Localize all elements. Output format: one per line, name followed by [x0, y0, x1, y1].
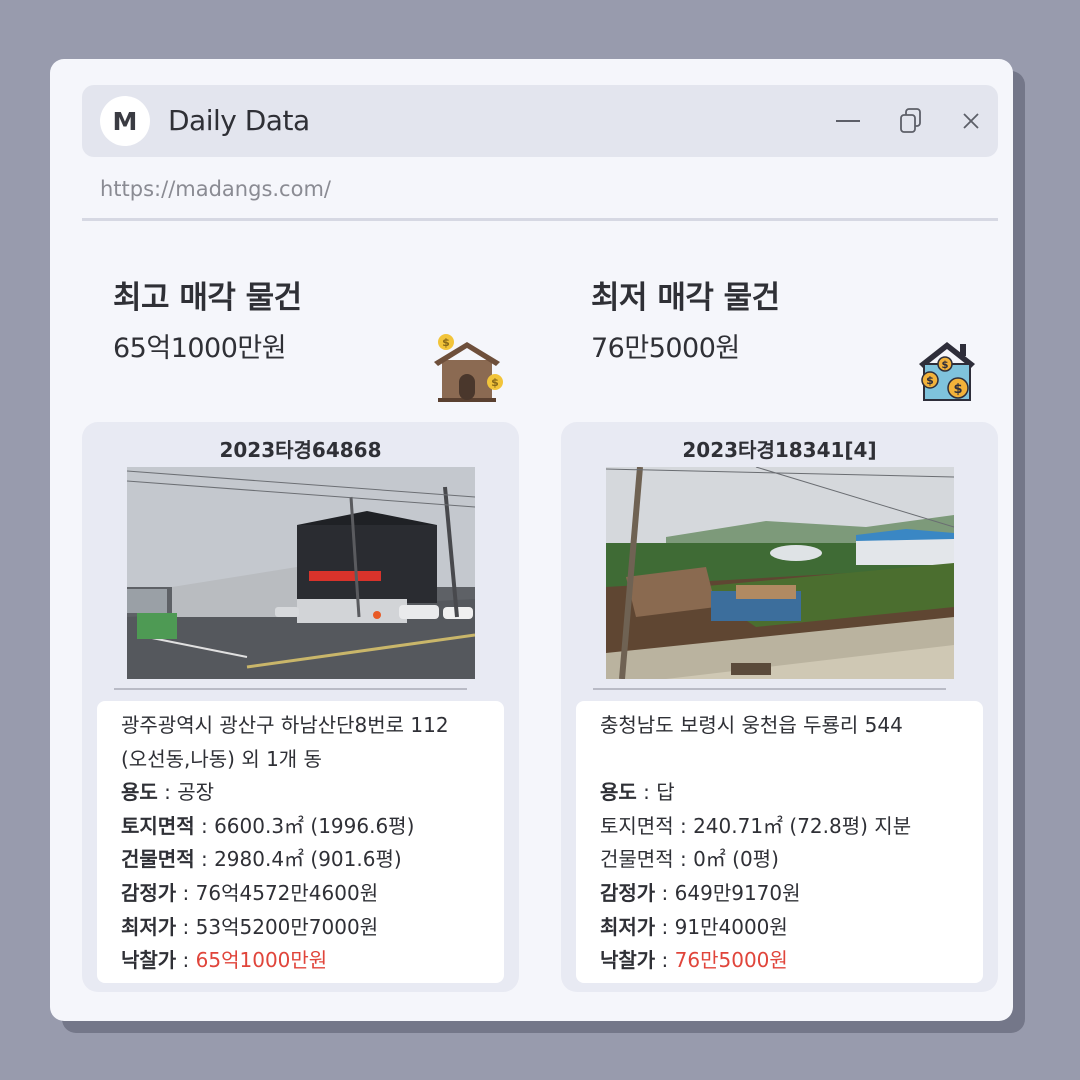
minimum-price-row: 최저가 : 53억5200만7000원	[121, 911, 480, 945]
house-coins-icon: $ $ $	[919, 342, 975, 401]
address-line-2: (오선동,나동) 외 1개 동	[121, 746, 322, 771]
highest-price: 65억1000만원	[113, 333, 287, 364]
address-line-2	[600, 743, 959, 777]
minimum-price-value: : 53억5200만7000원	[176, 914, 379, 939]
winning-bid-value: 65억1000만원	[195, 948, 328, 973]
land-area-label: 토지면적	[121, 813, 195, 838]
minimum-price-row: 최저가 : 91만4000원	[600, 911, 959, 945]
winning-bid-separator: :	[176, 948, 196, 973]
address-line-1: 충청남도 보령시 웅천읍 두룡리 544	[600, 713, 903, 737]
highest-card[interactable]: 2023타경64868 광주광역시 광산구 하남산단8번로 112 (오선동,나…	[82, 422, 519, 992]
appraisal-value: : 649만9170원	[655, 880, 801, 905]
winning-bid-row: 낙찰가 : 76만5000원	[600, 944, 959, 978]
appraisal-label: 감정가	[600, 880, 656, 905]
usage-label: 용도	[121, 780, 158, 805]
usage-label: 용도	[600, 780, 637, 805]
address-line-1: 광주광역시 광산구 하남산단8번로 112	[121, 713, 449, 737]
copy-icon	[900, 108, 921, 133]
building-area-value: : 2980.4㎡ (901.6평)	[194, 847, 402, 872]
svg-text:$: $	[953, 382, 962, 397]
minimize-icon	[836, 120, 860, 122]
building-area-label: 건물면적	[600, 847, 674, 872]
app-title: Daily Data	[168, 104, 310, 137]
building-area-value: : 0㎡ (0평)	[673, 847, 779, 872]
usage-value: : 답	[636, 780, 675, 805]
property-info: 충청남도 보령시 웅천읍 두룡리 544 용도 : 답 토지면적 : 240.7…	[576, 701, 983, 983]
title-bar: M Daily Data	[82, 85, 998, 157]
appraisal-row: 감정가 : 76억4572만4600원	[121, 877, 480, 911]
app-window: M Daily Data https://madangs.com/ 최고 매각 …	[50, 59, 1013, 1021]
svg-text:$: $	[442, 336, 450, 349]
lowest-price: 76만5000원	[591, 333, 740, 364]
url-text[interactable]: https://madangs.com/	[100, 177, 331, 201]
winning-bid-separator: :	[655, 948, 675, 973]
building-area-row: 건물면적 : 0㎡ (0평)	[600, 843, 959, 877]
case-number: 2023타경64868	[219, 438, 382, 462]
card-divider	[593, 688, 946, 690]
winning-bid-row: 낙찰가 : 65억1000만원	[121, 944, 480, 978]
usage-row: 용도 : 답	[600, 776, 959, 810]
highest-heading: 최고 매각 물건	[113, 280, 302, 316]
close-button[interactable]	[955, 105, 987, 137]
land-area-value: : 6600.3㎡ (1996.6평)	[194, 813, 415, 838]
winning-bid-label: 낙찰가	[121, 948, 177, 973]
lowest-card[interactable]: 2023타경18341[4] 충청남도 보령시 웅천읍 두룡리 544 용도:…	[561, 422, 998, 992]
usage-value: : 공장	[157, 780, 215, 805]
property-photo	[127, 467, 475, 679]
house-money-icon: $ $	[434, 334, 503, 402]
svg-text:$: $	[926, 374, 934, 387]
usage-row: 용도 : 공장	[121, 776, 480, 810]
building-area-row: 건물면적 : 2980.4㎡ (901.6평)	[121, 843, 480, 877]
minimize-button[interactable]	[832, 105, 864, 137]
building-area-label: 건물면적	[121, 847, 195, 872]
minimum-price-label: 최저가	[121, 914, 177, 939]
card-divider	[114, 688, 467, 690]
land-area-row: 토지면적 : 240.71㎡ (72.8평) 지분	[600, 810, 959, 844]
land-area-label: 토지면적	[600, 813, 674, 838]
app-logo: M	[100, 96, 150, 146]
logo-letter: M	[112, 106, 138, 136]
url-divider	[82, 218, 998, 221]
appraisal-row: 감정가 : 649만9170원	[600, 877, 959, 911]
property-info: 광주광역시 광산구 하남산단8번로 112 (오선동,나동) 외 1개 동 용도…	[97, 701, 504, 983]
minimum-price-value: : 91만4000원	[655, 914, 788, 939]
winning-bid-label: 낙찰가	[600, 948, 656, 973]
case-number: 2023타경18341[4]	[682, 438, 877, 462]
close-icon	[963, 113, 979, 129]
svg-text:$: $	[942, 360, 949, 371]
minimum-price-label: 최저가	[600, 914, 656, 939]
land-area-value: : 240.71㎡ (72.8평) 지분	[673, 813, 912, 838]
lowest-heading: 최저 매각 물건	[591, 280, 780, 316]
land-area-row: 토지면적 : 6600.3㎡ (1996.6평)	[121, 810, 480, 844]
copy-button[interactable]	[895, 105, 927, 137]
appraisal-value: : 76억4572만4600원	[176, 880, 379, 905]
appraisal-label: 감정가	[121, 880, 177, 905]
winning-bid-value: 76만5000원	[674, 948, 788, 973]
svg-text:$: $	[491, 376, 499, 389]
property-photo	[606, 467, 954, 679]
